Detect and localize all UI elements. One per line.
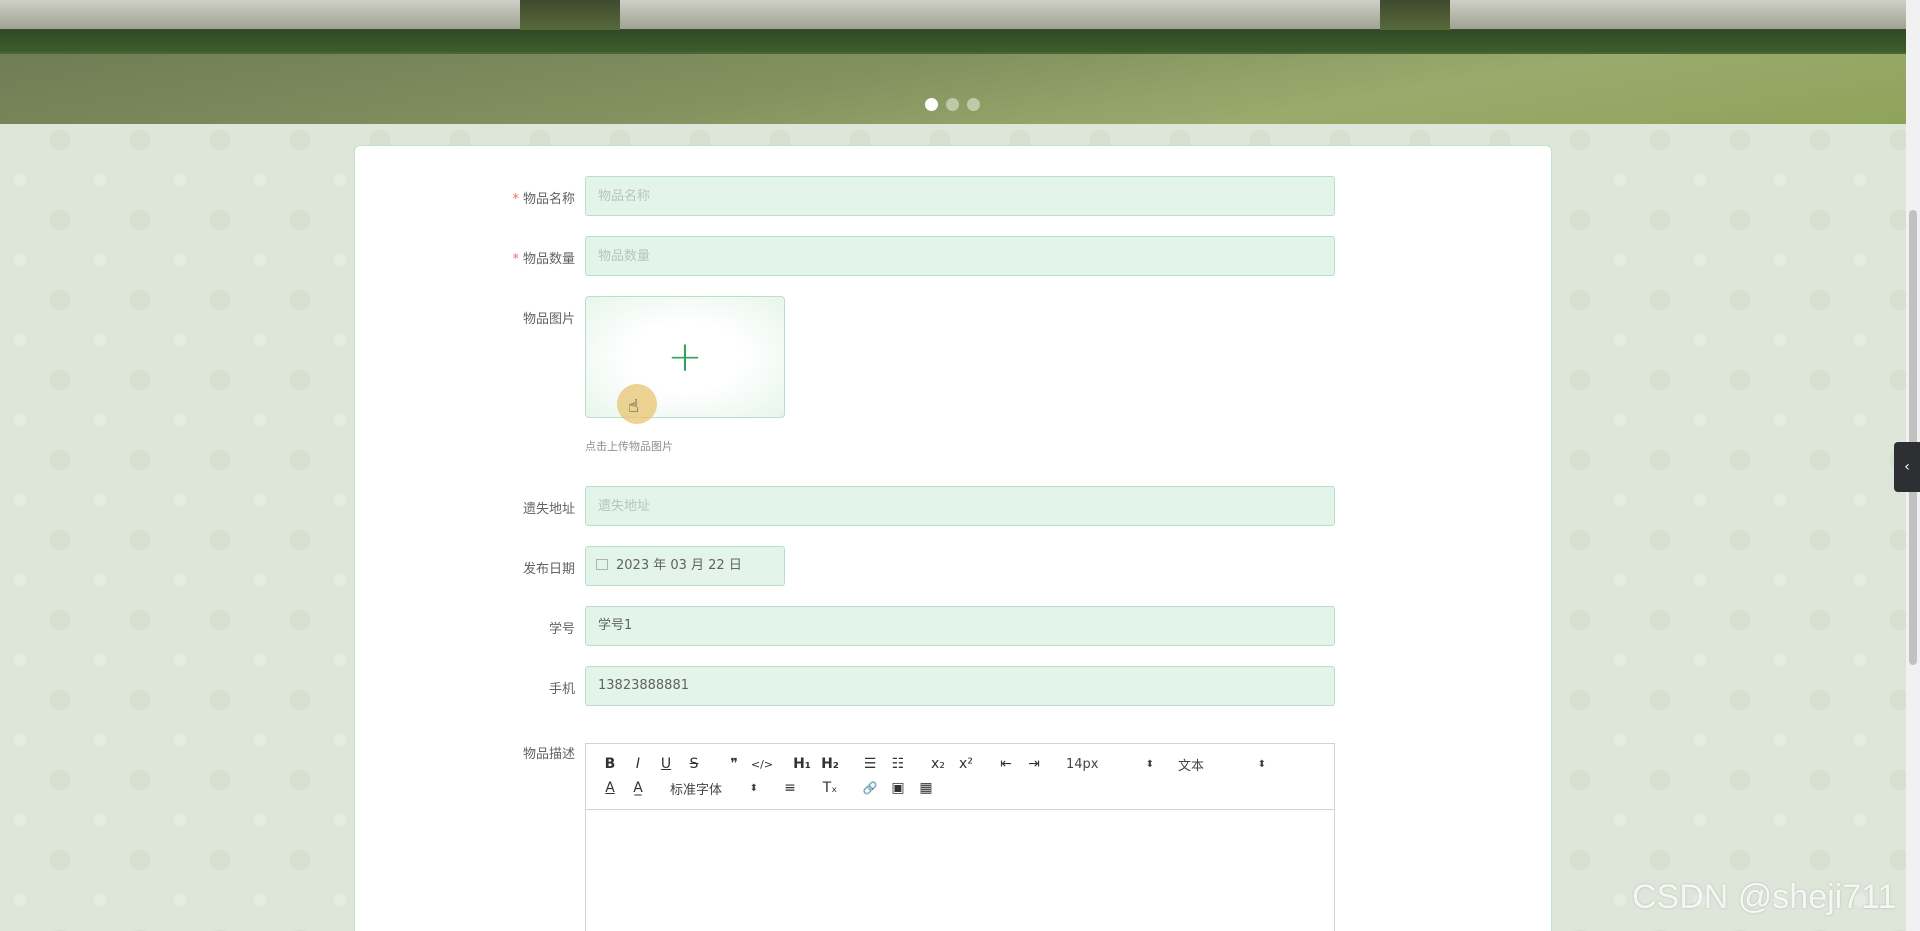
student-id-field[interactable]: 学号1	[585, 606, 1335, 646]
item-image-label: 物品图片	[522, 312, 575, 327]
header-2-button[interactable]: H₂	[816, 752, 844, 776]
upload-tip: 点击上传物品图片	[585, 440, 673, 453]
image-upload-box[interactable]: +	[585, 296, 785, 418]
font-family-value: 标准字体	[670, 782, 723, 798]
scrollbar-thumb[interactable]	[1909, 210, 1917, 665]
banner-building	[0, 0, 520, 32]
ordered-list-button[interactable]: ☰	[856, 752, 884, 776]
publish-date-picker[interactable]: 2023 年 03 月 22 日	[585, 546, 785, 586]
carousel-dot-1[interactable]	[925, 98, 938, 111]
header-select[interactable]: 文本 ⬍	[1172, 752, 1272, 776]
banner-hedge	[0, 30, 1906, 52]
banner-building	[620, 0, 1380, 32]
lost-address-label: 遗失地址	[522, 502, 575, 517]
chevron-left-icon: ‹	[1904, 459, 1910, 475]
required-mark: *	[512, 252, 519, 267]
indent-button[interactable]: ⇥	[1020, 752, 1048, 776]
video-button[interactable]: ▦	[912, 776, 940, 800]
lost-item-form: *物品名称 *物品数量 物品图片 + ☝ 点击上传物品图片 遗失地址 发布日期	[354, 145, 1552, 931]
hand-cursor-icon: ☝	[628, 396, 639, 417]
mouse-cursor-highlight: ☝	[617, 384, 657, 424]
banner-carousel	[0, 0, 1906, 124]
item-quantity-field[interactable]	[585, 236, 1335, 276]
font-family-select[interactable]: 标准字体 ⬍	[664, 776, 764, 800]
item-name-input[interactable]	[598, 177, 1322, 215]
item-name-label-text: 物品名称	[522, 192, 575, 207]
strike-button[interactable]: S	[680, 752, 708, 776]
blockquote-button[interactable]: ❞	[720, 752, 748, 776]
editor-content-area[interactable]	[586, 810, 1334, 931]
student-id-value: 学号1	[598, 618, 633, 633]
watermark: CSDN @sheji711	[1632, 878, 1897, 916]
required-mark: *	[512, 192, 519, 207]
font-size-value: 14px	[1066, 756, 1099, 772]
header-1-button[interactable]: H₁	[788, 752, 816, 776]
banner-lawn	[0, 54, 1906, 124]
select-arrow-icon: ⬍	[1145, 758, 1154, 770]
plus-icon: +	[667, 332, 703, 381]
clear-format-button[interactable]: Tₓ	[816, 776, 844, 800]
phone-label: 手机	[548, 682, 575, 697]
align-button[interactable]: ≡	[776, 776, 804, 800]
select-arrow-icon: ⬍	[749, 782, 758, 794]
subscript-button[interactable]: x₂	[924, 752, 952, 776]
lost-address-field[interactable]	[585, 486, 1335, 526]
code-block-button[interactable]: </>	[748, 752, 776, 776]
font-color-button[interactable]: A	[596, 776, 624, 800]
item-quantity-input[interactable]	[598, 237, 1322, 275]
description-label: 物品描述	[522, 747, 575, 762]
item-quantity-label: * 物品数量	[355, 248, 575, 267]
background-color-button[interactable]: A̲	[624, 776, 652, 800]
banner-building	[1450, 0, 1906, 32]
bullet-list-button[interactable]: ☷	[884, 752, 912, 776]
phone-value: 13823888881	[598, 678, 689, 693]
carousel-dot-3[interactable]	[967, 98, 980, 111]
item-name-label: * 物品名称	[355, 188, 575, 207]
header-select-value: 文本	[1178, 758, 1205, 774]
carousel-dot-2[interactable]	[946, 98, 959, 111]
bold-button[interactable]: B	[596, 752, 624, 776]
student-id-label: 学号	[548, 622, 575, 637]
lost-address-input[interactable]	[598, 487, 1322, 525]
superscript-button[interactable]: x²	[952, 752, 980, 776]
side-toggle-button[interactable]: ‹	[1894, 442, 1920, 492]
outdent-button[interactable]: ⇤	[992, 752, 1020, 776]
item-quantity-label-text: 物品数量	[522, 252, 575, 267]
select-arrow-icon: ⬍	[1257, 758, 1266, 770]
publish-date-label: 发布日期	[522, 562, 575, 577]
italic-button[interactable]: I	[624, 752, 652, 776]
rich-text-editor: B I U S ❞ </> H₁ H₂ ☰ ☷ x₂ x² ⇤ ⇥ 14px ⬍…	[585, 743, 1335, 931]
font-size-select[interactable]: 14px ⬍	[1060, 752, 1160, 776]
calendar-icon	[596, 559, 608, 570]
carousel-indicators	[925, 98, 980, 111]
phone-field[interactable]: 13823888881	[585, 666, 1335, 706]
toolbar-row-1: B I U S ❞ </> H₁ H₂ ☰ ☷ x₂ x² ⇤ ⇥ 14px ⬍…	[596, 752, 1324, 776]
image-button[interactable]: ▣	[884, 776, 912, 800]
link-button[interactable]: 🔗	[856, 776, 884, 800]
editor-toolbar: B I U S ❞ </> H₁ H₂ ☰ ☷ x₂ x² ⇤ ⇥ 14px ⬍…	[586, 744, 1334, 810]
item-name-field[interactable]	[585, 176, 1335, 216]
underline-button[interactable]: U	[652, 752, 680, 776]
toolbar-row-2: A A̲ 标准字体 ⬍ ≡ Tₓ 🔗 ▣ ▦	[596, 776, 1324, 800]
publish-date-value: 2023 年 03 月 22 日	[616, 558, 742, 573]
